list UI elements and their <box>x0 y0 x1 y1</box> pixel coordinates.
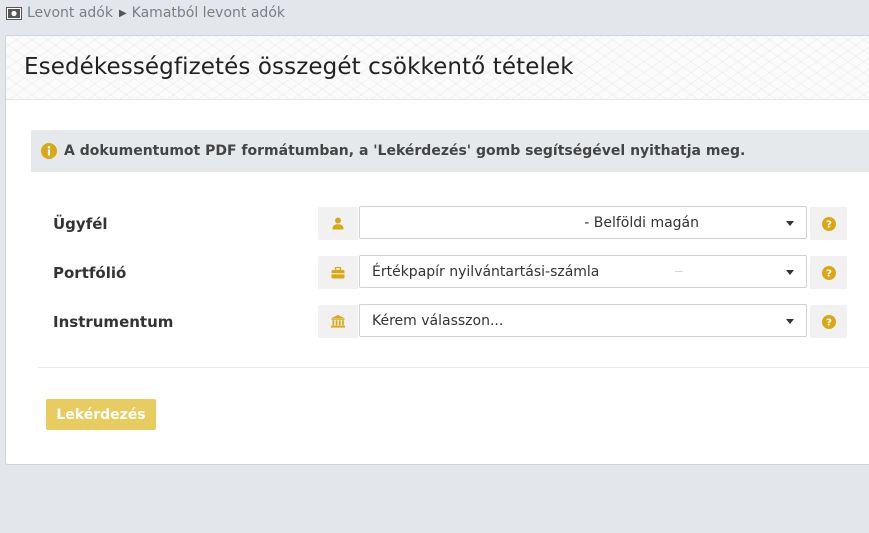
info-circle-icon <box>41 143 57 159</box>
svg-text:?: ? <box>826 268 832 279</box>
card-header: Esedékességfizetés összegét csökkentő té… <box>6 36 869 100</box>
instrument-label: Instrumentum <box>53 313 174 331</box>
client-label: Ügyfél <box>53 215 108 233</box>
banknote-icon <box>6 6 22 20</box>
instrument-select[interactable]: Kérem válasszon... <box>359 304 807 337</box>
portfolio-select-value: Értékpapír nyilvántartási-számla <box>372 264 600 280</box>
query-button[interactable]: Lekérdezés <box>46 399 156 430</box>
svg-text:?: ? <box>826 219 832 230</box>
instrument-select-value: Kérem válasszon... <box>372 313 504 329</box>
breadcrumb-item-kamatbol[interactable]: Kamatból levont adók <box>132 5 285 21</box>
page-title: Esedékességfizetés összegét csökkentő té… <box>24 54 574 80</box>
question-circle-icon[interactable]: ? <box>810 305 847 338</box>
masked-text <box>675 271 683 272</box>
info-text: A dokumentumot PDF formátumban, a 'Lekér… <box>64 143 746 159</box>
question-circle-icon[interactable]: ? <box>810 207 847 240</box>
client-select[interactable]: - Belföldi magán <box>359 206 807 239</box>
portfolio-row: Portfólió Értékpapír nyilvántartási-szám… <box>6 255 869 291</box>
client-row: Ügyfél - Belföldi magán ? <box>6 206 869 242</box>
chevron-down-icon <box>786 221 794 226</box>
breadcrumb: Levont adók ▶ Kamatból levont adók <box>6 4 285 22</box>
user-icon <box>318 207 358 240</box>
chevron-down-icon <box>786 319 794 324</box>
breadcrumb-item-levont-adok[interactable]: Levont adók <box>27 5 113 21</box>
briefcase-icon <box>318 256 358 289</box>
portfolio-label: Portfólió <box>53 264 127 282</box>
chevron-down-icon <box>786 270 794 275</box>
client-select-value: - Belföldi magán <box>584 215 699 231</box>
info-alert: A dokumentumot PDF formátumban, a 'Lekér… <box>31 130 869 172</box>
main-card: Esedékességfizetés összegét csökkentő té… <box>5 35 869 465</box>
form-divider <box>38 367 869 368</box>
instrument-row: Instrumentum Kérem válasszon... ? <box>6 304 869 340</box>
question-circle-icon[interactable]: ? <box>810 256 847 289</box>
caret-right-icon: ▶ <box>118 7 127 19</box>
portfolio-select[interactable]: Értékpapír nyilvántartási-számla <box>359 255 807 288</box>
svg-text:?: ? <box>826 317 832 328</box>
bank-icon <box>318 305 358 338</box>
